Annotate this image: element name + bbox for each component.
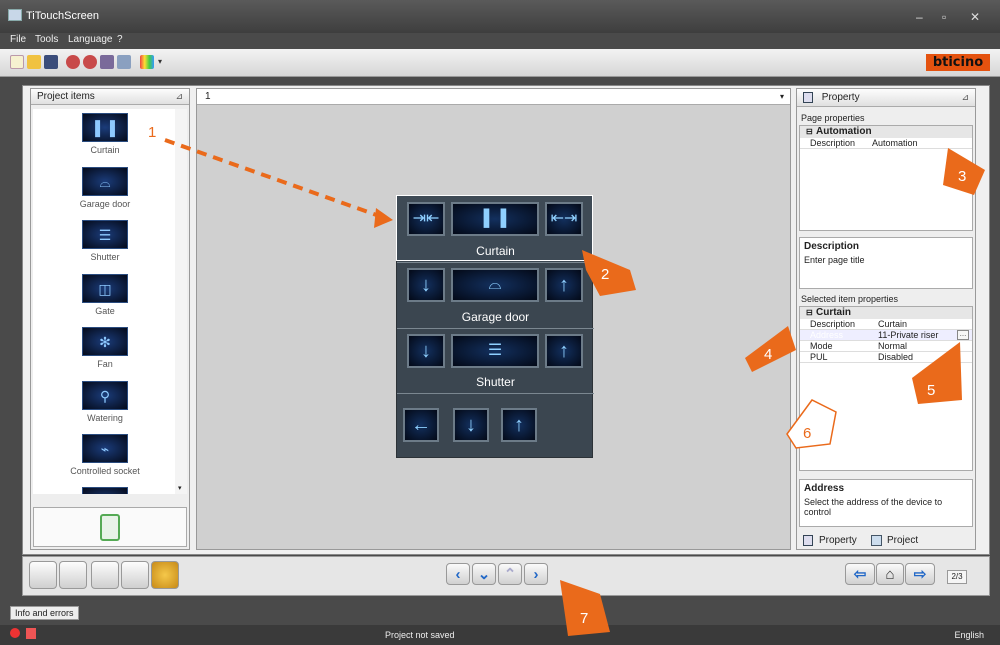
callout-shape <box>560 580 610 636</box>
drag-arrow-line <box>164 138 386 220</box>
callout-7: 7 <box>580 610 589 627</box>
callout-2: 2 <box>601 266 610 283</box>
tutorial-overlay <box>164 138 985 636</box>
callout-5: 5 <box>927 382 936 399</box>
callout-4: 4 <box>764 346 773 363</box>
drag-arrow-head <box>374 208 393 228</box>
callout-1: 1 <box>148 124 157 141</box>
callout-3: 3 <box>958 168 967 185</box>
callout-shape <box>912 342 962 404</box>
callout-6: 6 <box>803 425 812 442</box>
callout-shape <box>786 399 837 449</box>
